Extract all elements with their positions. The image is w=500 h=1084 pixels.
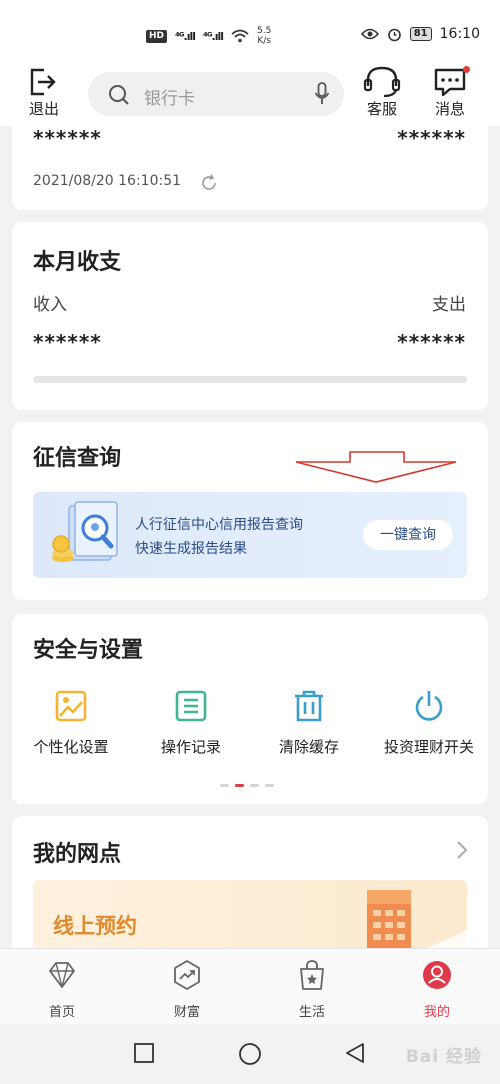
image-icon: [55, 690, 87, 722]
credit-inquiry-card: 征信查询 人行征信中心信用报告查询 快速生成报告结果 一键查询: [12, 422, 488, 600]
settings-item-label: 个性化设置: [33, 738, 109, 756]
investment-toggle-item[interactable]: 投资理财开关: [374, 688, 484, 757]
settings-item-label: 投资理财开关: [383, 738, 474, 756]
message-label: 消息: [434, 100, 465, 118]
system-nav-bar: Bai 经验: [0, 1024, 500, 1084]
logout-label: 退出: [28, 100, 59, 118]
tab-label: 财富: [173, 1005, 200, 1020]
eye-icon: [360, 28, 379, 40]
online-appointment-label: 线上预约: [53, 914, 137, 938]
search-icon: [109, 85, 129, 105]
back-icon[interactable]: [344, 1042, 366, 1064]
page-dot-active: [235, 784, 244, 787]
status-left: HD ⁴ᴳ.ıll ⁴ᴳ.ıll 5.5 K/s: [146, 26, 271, 46]
monthly-title: 本月收支: [33, 250, 122, 275]
annotation-arrow-icon: [295, 451, 457, 483]
refresh-icon[interactable]: [199, 173, 219, 193]
credit-report-illustration-icon: [52, 501, 118, 562]
shopping-bag-icon: [300, 960, 324, 990]
credit-banner-line2: 快速生成报告结果: [135, 541, 247, 557]
status-right: 81 16:10: [360, 26, 480, 42]
chevron-right-icon[interactable]: [456, 840, 468, 860]
tab-wealth[interactable]: 财富: [152, 959, 222, 1020]
credit-banner-line1: 人行征信中心信用报告查询: [135, 517, 303, 533]
battery-icon: 81: [409, 27, 432, 41]
recent-apps-icon[interactable]: [133, 1042, 155, 1064]
home-icon[interactable]: [238, 1042, 262, 1066]
expense-label: 支出: [432, 295, 466, 315]
update-timestamp: 2021/08/20 16:10:51: [33, 173, 182, 189]
network-speed: 5.5 K/s: [257, 26, 272, 46]
service-label: 客服: [366, 100, 397, 118]
settings-item-label: 清除缓存: [278, 738, 339, 756]
hidden-balance-left: ******: [33, 126, 102, 150]
tab-life[interactable]: 生活: [277, 959, 347, 1020]
watermark: Bai 经验: [405, 1047, 482, 1067]
trash-icon: [295, 690, 323, 722]
user-icon: [423, 961, 451, 989]
power-icon: [415, 691, 443, 721]
page-indicator: [220, 784, 274, 787]
page-dot: [220, 784, 229, 787]
signal-icon-2: ⁴ᴳ.ıll: [203, 29, 224, 43]
credit-report-banner[interactable]: 人行征信中心信用报告查询 快速生成报告结果 一键查询: [33, 492, 467, 578]
tab-label: 生活: [298, 1005, 325, 1020]
bottom-tab-bar: 首页 财富 生活 我的: [0, 948, 500, 1024]
building-illustration-icon: [367, 890, 467, 948]
income-label: 收入: [33, 295, 67, 315]
wealth-icon: [174, 960, 200, 990]
my-branch-card[interactable]: 我的网点 线上预约: [12, 816, 488, 948]
security-title: 安全与设置: [33, 638, 144, 663]
customer-service-button[interactable]: 客服: [360, 66, 404, 122]
headset-icon: [363, 66, 401, 98]
page-dot: [250, 784, 259, 787]
clear-cache-item[interactable]: 清除缓存: [254, 688, 364, 757]
monthly-summary-card[interactable]: 本月收支 收入 支出 ****** ******: [12, 222, 488, 410]
main-content[interactable]: ****** ****** 2021/08/20 16:10:51 本月收支 收…: [0, 126, 500, 948]
income-value: ******: [33, 330, 102, 354]
search-placeholder: 银行卡: [144, 89, 195, 109]
page-dot: [265, 784, 274, 787]
income-expense-bar: [33, 376, 467, 383]
tab-home[interactable]: 首页: [27, 959, 97, 1020]
logout-icon: [30, 68, 56, 96]
alarm-icon: [387, 28, 401, 41]
personalization-settings-item[interactable]: 个性化设置: [16, 688, 126, 757]
status-bar: HD ⁴ᴳ.ıll ⁴ᴳ.ıll 5.5 K/s 81 16:10: [0, 0, 500, 66]
security-settings-card: 安全与设置 个性化设置 操作记录 清除缓存 投资理财开关: [12, 614, 488, 804]
top-nav: 退出 银行卡 客服 消息: [0, 66, 500, 126]
diamond-icon: [49, 962, 75, 988]
signal-icon: ⁴ᴳ.ıll: [175, 29, 196, 43]
list-icon: [175, 690, 207, 722]
microphone-icon[interactable]: [314, 82, 330, 106]
messages-button[interactable]: 消息: [428, 66, 472, 122]
tab-mine[interactable]: 我的: [402, 959, 472, 1020]
online-appointment-banner[interactable]: 线上预约: [33, 880, 467, 948]
settings-item-label: 操作记录: [160, 738, 221, 756]
tab-label: 我的: [423, 1005, 450, 1020]
expense-value: ******: [397, 330, 466, 354]
hd-icon: HD: [146, 29, 168, 43]
clock: 16:10: [439, 26, 480, 42]
search-input[interactable]: 银行卡: [88, 72, 344, 116]
logout-button[interactable]: 退出: [22, 66, 66, 122]
operation-log-item[interactable]: 操作记录: [136, 688, 246, 757]
balance-card: ****** ****** 2021/08/20 16:10:51: [12, 126, 488, 210]
one-click-query-button[interactable]: 一键查询: [363, 520, 453, 550]
hidden-balance-right: ******: [397, 126, 466, 150]
tab-label: 首页: [48, 1005, 75, 1020]
wifi-icon: [231, 29, 249, 43]
unread-dot: [463, 66, 470, 73]
credit-title: 征信查询: [33, 446, 122, 471]
branch-title: 我的网点: [33, 842, 122, 867]
